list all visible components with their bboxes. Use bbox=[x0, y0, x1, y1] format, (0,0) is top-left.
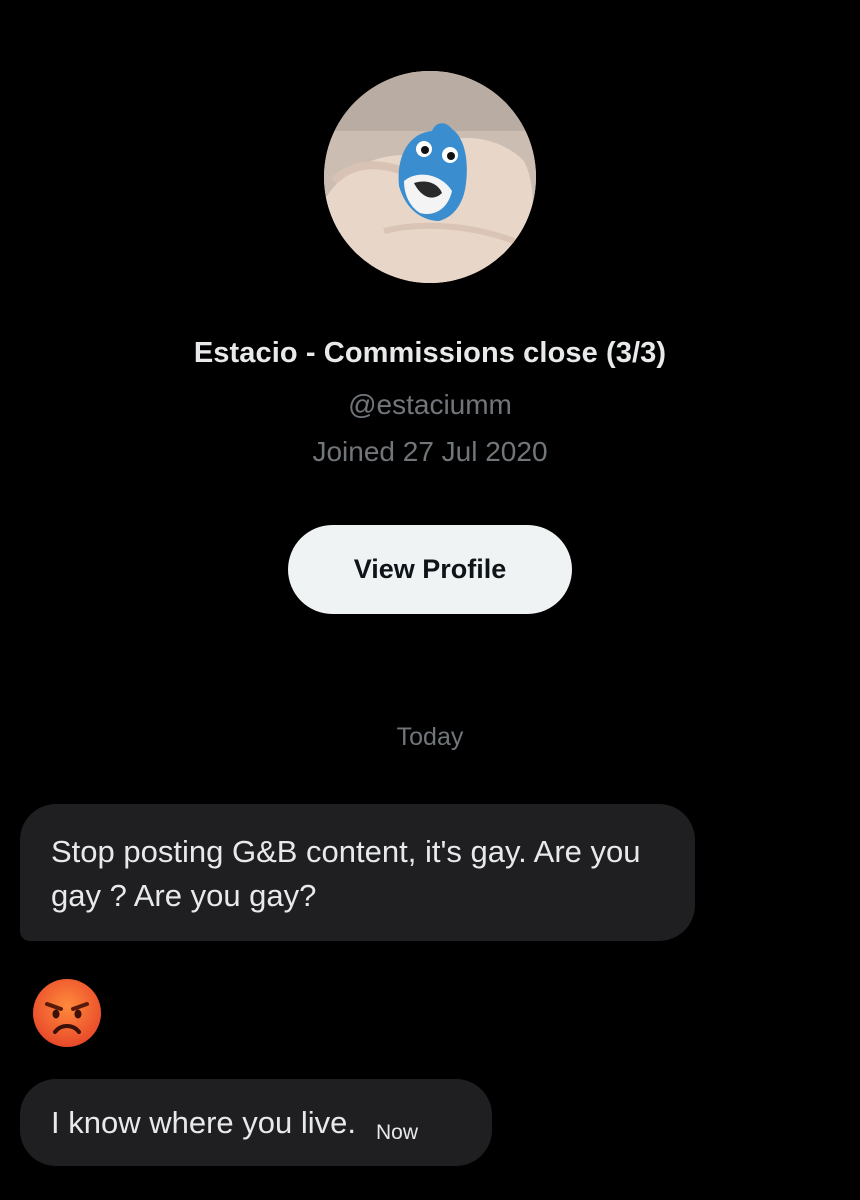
message-timestamp: Now bbox=[375, 1121, 418, 1144]
message-bubble[interactable]: I know where you live. Now bbox=[20, 1079, 492, 1166]
avatar-image bbox=[324, 71, 536, 283]
message-text: I know where you live. bbox=[51, 1105, 356, 1140]
date-divider: Today bbox=[396, 723, 464, 751]
profile-name: Estacio - Commissions close (3/3) bbox=[193, 337, 667, 369]
view-profile-button[interactable]: View Profile bbox=[288, 525, 572, 614]
message-text: Stop posting G&B content, it's gay. Are … bbox=[51, 834, 641, 913]
dm-conversation-screen: Estacio - Commissions close (3/3) @estac… bbox=[0, 0, 860, 1200]
profile-avatar[interactable] bbox=[324, 71, 536, 283]
message-bubble[interactable]: Stop posting G&B content, it's gay. Are … bbox=[20, 804, 695, 941]
profile-joined-date: Joined 27 Jul 2020 bbox=[312, 436, 548, 467]
angry-face-icon[interactable] bbox=[31, 977, 103, 1049]
profile-handle: @estaciumm bbox=[348, 389, 512, 420]
